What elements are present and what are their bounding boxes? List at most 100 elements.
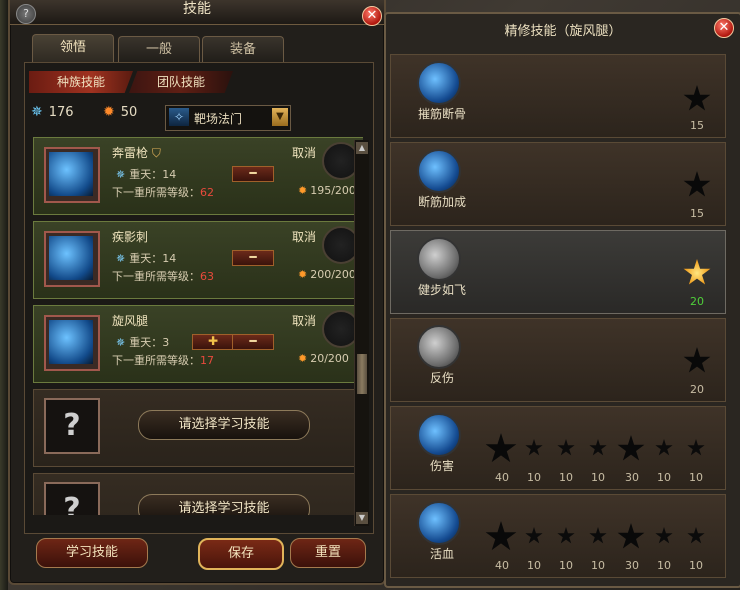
next-level-req: 下一重所需等级：62 bbox=[112, 186, 214, 199]
star-icon[interactable] bbox=[617, 435, 645, 461]
refine-value: 20 bbox=[690, 295, 704, 308]
skill-icon bbox=[417, 413, 461, 457]
star-icon[interactable] bbox=[687, 527, 705, 544]
skill-level: ✵ 重天：14 bbox=[116, 168, 177, 181]
skill-cost: ✹ 195/200 bbox=[298, 184, 356, 197]
plus-button[interactable]: ✚ bbox=[192, 334, 234, 350]
refine-row-4[interactable]: 反伤 20 bbox=[390, 318, 726, 402]
minus-button[interactable]: ━ bbox=[232, 166, 274, 182]
skill-card-2[interactable]: 疾影刺 取消 ✵ 重天：14 ━ 下一重所需等级：63 ✹ 200/200 bbox=[33, 221, 363, 299]
scroll-up-icon[interactable]: ▲ bbox=[356, 142, 368, 154]
star-icon[interactable] bbox=[557, 439, 575, 456]
star-icon[interactable] bbox=[683, 85, 711, 111]
learn-skill-button[interactable]: 学习技能 bbox=[36, 538, 148, 568]
refine-row-3[interactable]: 健步如飞 20 bbox=[390, 230, 726, 314]
refine-value: 10 bbox=[591, 559, 605, 572]
refine-value: 10 bbox=[527, 559, 541, 572]
subtab-team-skills[interactable]: 团队技能 bbox=[129, 71, 233, 93]
choose-skill-button[interactable]: 请选择学习技能 bbox=[138, 410, 310, 440]
tab-equipment[interactable]: 装备 bbox=[202, 36, 284, 65]
star-icon[interactable] bbox=[687, 439, 705, 456]
close-icon[interactable]: ✕ bbox=[362, 6, 382, 26]
skill-level: ✵ 重天：14 bbox=[116, 252, 177, 265]
scroll-down-icon[interactable]: ▼ bbox=[356, 512, 368, 524]
refine-row-2[interactable]: 断筋加成 15 bbox=[390, 142, 726, 226]
star-icon[interactable] bbox=[525, 527, 543, 544]
star-icon[interactable] bbox=[485, 521, 517, 551]
scroll-thumb[interactable] bbox=[357, 354, 367, 394]
help-icon[interactable]: ? bbox=[16, 4, 36, 24]
method-select[interactable]: ✧ 靶场法门 ▼ bbox=[165, 105, 291, 131]
refine-name: 断筋加成 bbox=[417, 195, 466, 209]
refine-name: 摧筋断骨 bbox=[417, 107, 466, 121]
reset-button[interactable]: 重置 bbox=[290, 538, 366, 568]
choose-skill-button[interactable]: 请选择学习技能 bbox=[138, 494, 310, 515]
star-icon[interactable] bbox=[557, 527, 575, 544]
refine-name: 活血 bbox=[429, 547, 454, 561]
next-level-req: 下一重所需等级：17 bbox=[112, 354, 214, 367]
fire-icon: ✹ bbox=[298, 352, 308, 365]
refine-value: 20 bbox=[690, 383, 704, 396]
refine-value: 10 bbox=[657, 471, 671, 484]
tab-general[interactable]: 一般 bbox=[118, 36, 200, 65]
fire-points-value: 50 bbox=[120, 105, 138, 120]
refine-value: 30 bbox=[625, 559, 639, 572]
refine-panel-title: 精修技能（旋风腿） bbox=[504, 24, 622, 39]
blue-points: ✵ 176 bbox=[31, 104, 74, 120]
lit-star-icon[interactable] bbox=[683, 259, 711, 285]
minus-button[interactable]: ━ bbox=[232, 334, 274, 350]
dropdown-arrow-icon[interactable]: ▼ bbox=[272, 108, 288, 126]
cancel-button[interactable]: 取消 bbox=[292, 312, 316, 329]
blue-star-icon: ✵ bbox=[116, 336, 126, 349]
cancel-button[interactable]: 取消 bbox=[292, 228, 316, 245]
star-icon[interactable] bbox=[655, 439, 673, 456]
skill-list-scrollbar[interactable]: ▲ ▼ bbox=[354, 140, 369, 526]
next-level-req: 下一重所需等级：63 bbox=[112, 270, 214, 283]
minus-button[interactable]: ━ bbox=[232, 250, 274, 266]
refine-row-6[interactable]: 活血 40 10 10 10 30 10 10 bbox=[390, 494, 726, 578]
skill-icon bbox=[417, 237, 461, 281]
subtab-race-skills[interactable]: 种族技能 bbox=[29, 71, 133, 93]
star-icon[interactable] bbox=[589, 439, 607, 456]
refine-name: 反伤 bbox=[429, 371, 454, 385]
star-icon[interactable] bbox=[683, 171, 711, 197]
cancel-button[interactable]: 取消 bbox=[292, 144, 316, 161]
refine-value: 10 bbox=[689, 471, 703, 484]
refine-value: 10 bbox=[689, 559, 703, 572]
star-icon[interactable] bbox=[617, 523, 645, 549]
fire-icon: ✹ bbox=[298, 184, 308, 197]
blue-points-value: 176 bbox=[48, 105, 74, 120]
refine-row-1[interactable]: 摧筋断骨 15 bbox=[390, 54, 726, 138]
background-edge bbox=[0, 0, 8, 590]
skill-name: 旋风腿 bbox=[112, 314, 149, 328]
refine-value: 40 bbox=[495, 471, 509, 484]
skill-icon-frame bbox=[44, 315, 100, 371]
empty-skill-slot-2: ? 请选择学习技能 bbox=[33, 473, 363, 515]
refine-name: 伤害 bbox=[429, 459, 454, 473]
star-icon[interactable] bbox=[655, 527, 673, 544]
star-icon[interactable] bbox=[525, 439, 543, 456]
skill-icon-frame bbox=[44, 231, 100, 287]
star-icon[interactable] bbox=[683, 347, 711, 373]
question-mark-icon: ? bbox=[44, 482, 100, 515]
question-mark-icon: ? bbox=[44, 398, 100, 454]
blue-star-icon: ✵ bbox=[116, 252, 126, 265]
method-icon: ✧ bbox=[169, 108, 189, 126]
save-button[interactable]: 保存 bbox=[198, 538, 284, 570]
close-icon[interactable]: ✕ bbox=[714, 18, 734, 38]
skill-cost: ✹ 20/200 bbox=[298, 352, 349, 365]
method-select-value: 靶场法门 bbox=[194, 112, 243, 126]
skill-card-1[interactable]: 奔雷枪 ⛉ 取消 ✵ 重天：14 ━ 下一重所需等级：62 ✹ 195/200 bbox=[33, 137, 363, 215]
skill-card-3[interactable]: 旋风腿 取消 ✵ 重天：3 ✚ ━ 下一重所需等级：17 ✹ 20/200 bbox=[33, 305, 363, 383]
star-icon[interactable] bbox=[589, 527, 607, 544]
tab-comprehend[interactable]: 领悟 bbox=[32, 34, 114, 65]
star-icon[interactable] bbox=[485, 433, 517, 463]
refine-value: 10 bbox=[559, 559, 573, 572]
refine-value: 10 bbox=[591, 471, 605, 484]
refine-value: 10 bbox=[527, 471, 541, 484]
refine-name: 健步如飞 bbox=[417, 283, 466, 297]
refine-row-5[interactable]: 伤害 40 10 10 10 30 10 10 bbox=[390, 406, 726, 490]
skill-cost: ✹ 200/200 bbox=[298, 268, 356, 281]
skill-icon bbox=[417, 325, 461, 369]
refine-value: 15 bbox=[690, 207, 704, 220]
